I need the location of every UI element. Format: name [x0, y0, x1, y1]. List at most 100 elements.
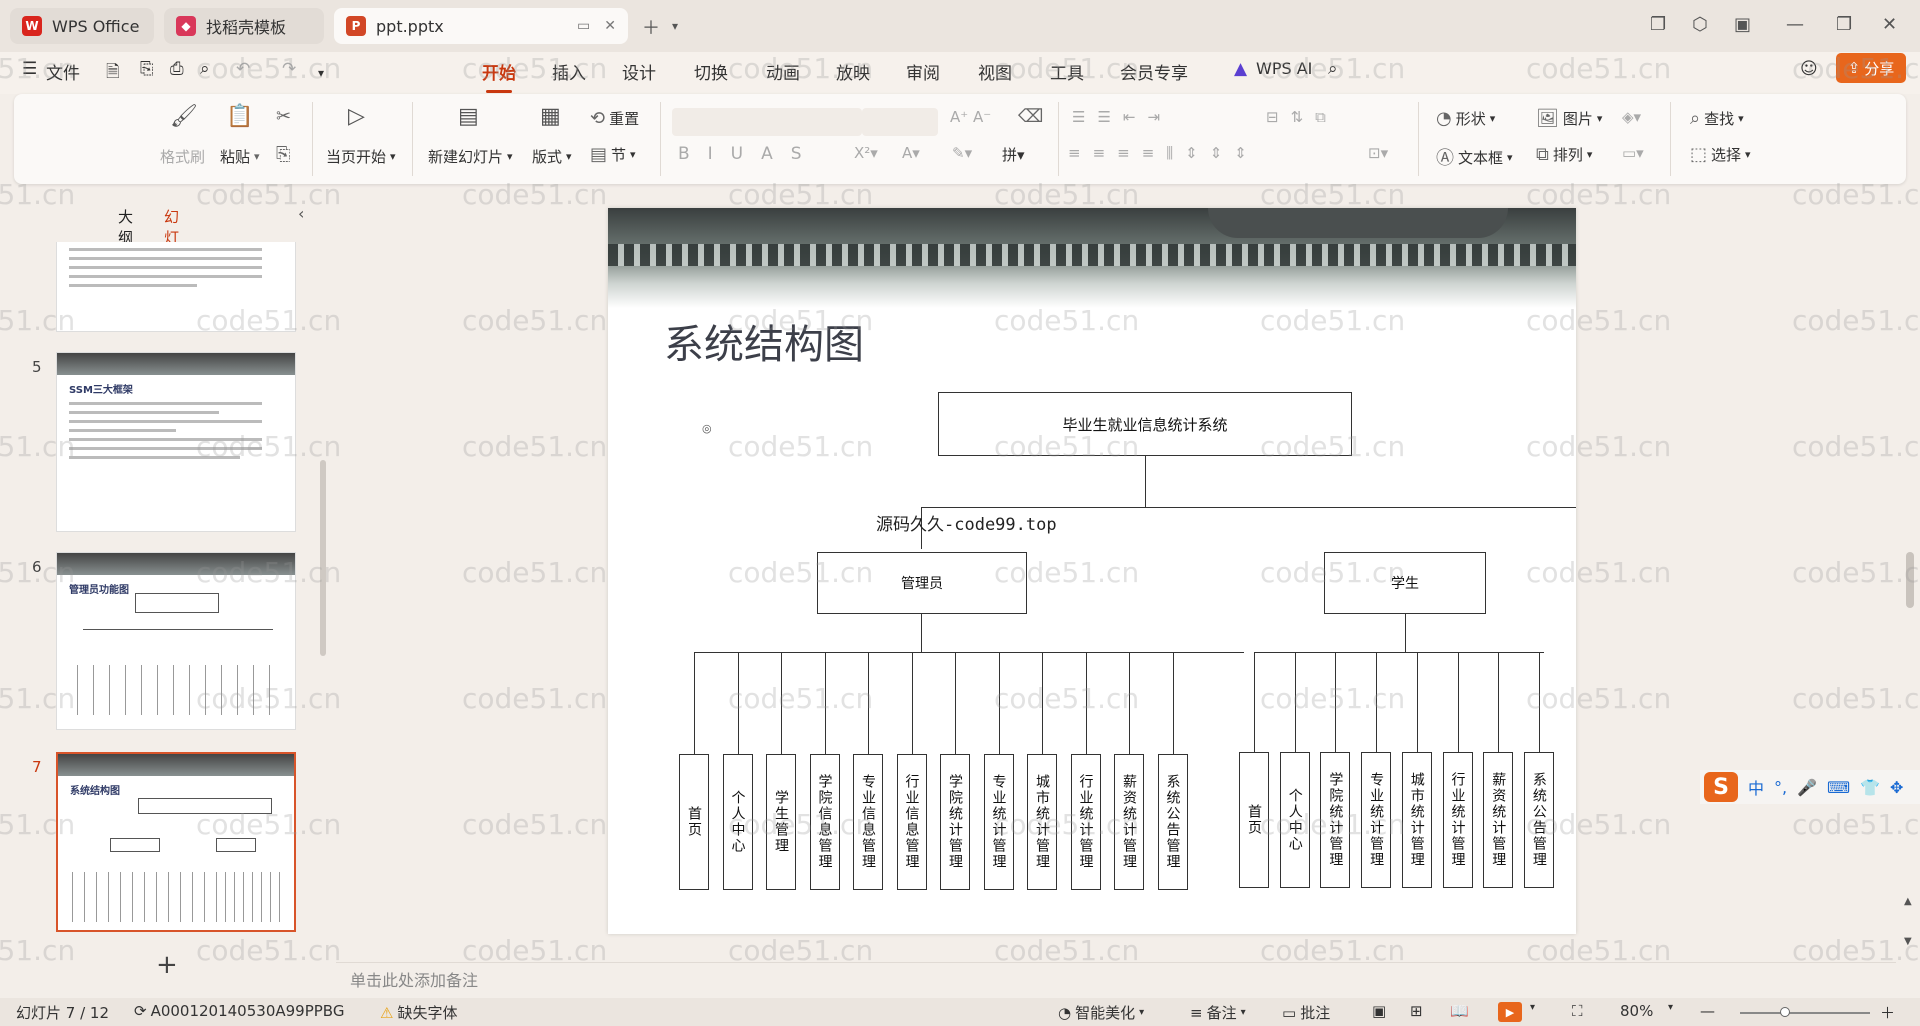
sorter-view-icon[interactable]: ⊞ [1410, 1002, 1423, 1020]
slide-title[interactable]: 系统结构图 [664, 312, 864, 370]
admin-leaf-node[interactable]: 专业信息管理 [853, 754, 883, 890]
comments-button[interactable]: ▭ 批注 [1282, 1002, 1330, 1023]
text-align-vertical-icon[interactable]: ⊡▾ [1368, 144, 1388, 162]
layout-button[interactable]: 版式 ▾ [532, 146, 572, 167]
notes-placeholder[interactable]: 单击此处添加备注 [336, 962, 1896, 994]
window-layout-icon[interactable]: ❐ [1650, 14, 1666, 35]
admin-leaf-node[interactable]: 学生管理 [766, 754, 796, 890]
arrange-button[interactable]: ⧉ 排列 ▾ [1536, 144, 1592, 165]
picture-button[interactable]: 🖼 图片 ▾ [1536, 108, 1602, 129]
skin-icon[interactable]: 👕 [1860, 778, 1880, 797]
paste-button[interactable]: 粘贴 ▾ [220, 146, 260, 167]
zoom-in-icon[interactable]: ＋ [1880, 1002, 1895, 1023]
font-grow-icon[interactable]: A⁺ A⁻ [950, 108, 991, 126]
print-preview-icon[interactable]: ⌕ [200, 59, 210, 79]
save-icon[interactable]: 🗎 [106, 59, 120, 88]
admin-leaf-node[interactable]: 个人中心 [722, 754, 753, 890]
org-node-student[interactable]: 学生 [1324, 552, 1486, 614]
admin-leaf-node[interactable]: 行业统计管理 [1070, 754, 1101, 890]
student-leaf-node[interactable]: 个人中心 [1279, 752, 1310, 888]
maximize-icon[interactable]: ❐ [1836, 14, 1852, 35]
menu-insert[interactable]: 插入 [552, 59, 586, 84]
minimize-icon[interactable]: — [1786, 14, 1804, 35]
slide-thumbnail-6[interactable]: 管理员功能图 [56, 552, 296, 730]
document-id[interactable]: ⟳ A000120140530A99PPBG [134, 1002, 344, 1020]
panel-scrollbar[interactable] [320, 460, 326, 656]
textbox-button[interactable]: Ⓐ 文本框 ▾ [1436, 144, 1513, 170]
reading-view-icon[interactable]: 📖 [1450, 1002, 1469, 1020]
share-button[interactable]: ⇪ 分享 [1836, 53, 1906, 83]
tab-daoke-template[interactable]: ◆ 找稻壳模板 [164, 8, 324, 44]
select-button[interactable]: ⬚ 选择 ▾ [1690, 144, 1751, 165]
new-slide-button[interactable]: 新建幻灯片 ▾ [428, 146, 513, 167]
menu-member[interactable]: 会员专享 [1120, 59, 1188, 84]
search-icon[interactable]: ⌕ [1328, 59, 1338, 79]
admin-leaf-node[interactable]: 薪资统计管理 [1114, 754, 1144, 890]
section-button[interactable]: ▤ 节 ▾ [590, 144, 636, 165]
cube-icon[interactable]: ⬡ [1692, 14, 1708, 35]
window-icon[interactable]: ▭ [577, 18, 590, 34]
keyboard-icon[interactable]: ⌨ [1827, 778, 1850, 797]
reset-button[interactable]: ⟲ 重置 [590, 108, 639, 129]
admin-leaf-node[interactable]: 专业统计管理 [983, 754, 1014, 890]
menu-animation[interactable]: 动画 [766, 59, 800, 84]
more-chevron-icon[interactable]: ▾ [318, 66, 324, 80]
list-buttons[interactable]: ☰☰⇤⇥ [1072, 108, 1172, 126]
slideshow-play-button[interactable]: ▶ [1498, 1002, 1522, 1022]
admin-leaf-node[interactable]: 首页 [679, 754, 709, 890]
close-window-icon[interactable]: ✕ [1882, 14, 1897, 35]
admin-leaf-node[interactable]: 行业信息管理 [896, 754, 927, 890]
admin-leaf-node[interactable]: 系统公告管理 [1157, 754, 1188, 890]
scroll-up-icon[interactable]: ▲ [1904, 896, 1912, 907]
toolbox-icon[interactable]: ✥ [1890, 778, 1903, 797]
copy-icon[interactable]: ⎘ [276, 144, 290, 165]
student-leaf-node[interactable]: 首页 [1239, 752, 1269, 888]
outline-icon[interactable]: ▭▾ [1622, 144, 1644, 162]
student-leaf-node[interactable]: 系统公告管理 [1523, 752, 1554, 888]
notes-button[interactable]: ≡ 备注 ▾ [1190, 1002, 1246, 1023]
admin-leaf-node[interactable]: 学院统计管理 [940, 754, 970, 890]
menu-wps-ai[interactable]: WPS AI [1256, 59, 1312, 78]
font-style-buttons[interactable]: BIUAS [678, 144, 820, 164]
shape-button[interactable]: ◔ 形状 ▾ [1436, 108, 1495, 129]
student-leaf-node[interactable]: 学院统计管理 [1320, 752, 1351, 888]
menu-file[interactable]: 文件 [46, 59, 80, 84]
start-from-current-button[interactable]: 当页开始 ▾ [326, 146, 396, 167]
highlight-icon[interactable]: ✎▾ [952, 144, 972, 162]
print-icon[interactable]: ⎙ [170, 59, 184, 79]
hamburger-icon[interactable]: ☰ [22, 59, 37, 79]
format-painter-button[interactable]: 格式刷 [160, 146, 205, 167]
menu-design[interactable]: 设计 [622, 59, 656, 84]
sogou-logo-icon[interactable]: S [1704, 772, 1738, 802]
ime-mode-label[interactable]: 中 [1748, 775, 1764, 799]
avatar[interactable]: ▣ [1734, 14, 1751, 35]
student-leaf-node[interactable]: 专业统计管理 [1361, 752, 1392, 888]
smart-beautify-button[interactable]: ◔ 智能美化 ▾ [1058, 1002, 1144, 1023]
student-leaf-node[interactable]: 行业统计管理 [1442, 752, 1473, 888]
tab-wps-office[interactable]: W WPS Office [10, 8, 154, 44]
play-options-chevron-icon[interactable]: ▾ [1530, 1002, 1535, 1013]
slide-thumbnail-5[interactable]: SSM三大框架 [56, 352, 296, 532]
clear-format-icon[interactable]: ⌫ [1018, 106, 1043, 127]
missing-font-indicator[interactable]: ⚠ 缺失字体 [380, 1002, 457, 1023]
org-node-admin[interactable]: 管理员 [817, 552, 1027, 614]
menu-transition[interactable]: 切换 [694, 59, 728, 84]
slide-thumbnail-4[interactable] [56, 242, 296, 332]
zoom-slider-knob[interactable] [1780, 1007, 1790, 1017]
menu-view[interactable]: 视图 [978, 59, 1012, 84]
zoom-level[interactable]: 80% [1620, 1002, 1653, 1020]
redo-icon[interactable]: ↷ [282, 59, 296, 79]
menu-home[interactable]: 开始 [482, 59, 516, 93]
student-leaf-node[interactable]: 城市统计管理 [1401, 752, 1432, 888]
fill-icon[interactable]: ◈▾ [1622, 108, 1641, 126]
tab-ppt-file[interactable]: P ppt.pptx ▭ ✕ [334, 8, 628, 44]
phonetic-icon[interactable]: 拼▾ [1002, 144, 1025, 165]
find-button[interactable]: ⌕ 查找 ▾ [1690, 108, 1744, 129]
menu-tools[interactable]: 工具 [1050, 59, 1084, 84]
text-direction-buttons[interactable]: ⊟⇅⧉ [1266, 108, 1338, 126]
font-name-select[interactable] [672, 108, 862, 136]
zoom-chevron-icon[interactable]: ▾ [1668, 1002, 1673, 1013]
fit-window-icon[interactable]: ⛶ [1572, 1002, 1583, 1020]
student-leaf-node[interactable]: 薪资统计管理 [1483, 752, 1514, 888]
cut-icon[interactable]: ✂ [276, 106, 291, 127]
